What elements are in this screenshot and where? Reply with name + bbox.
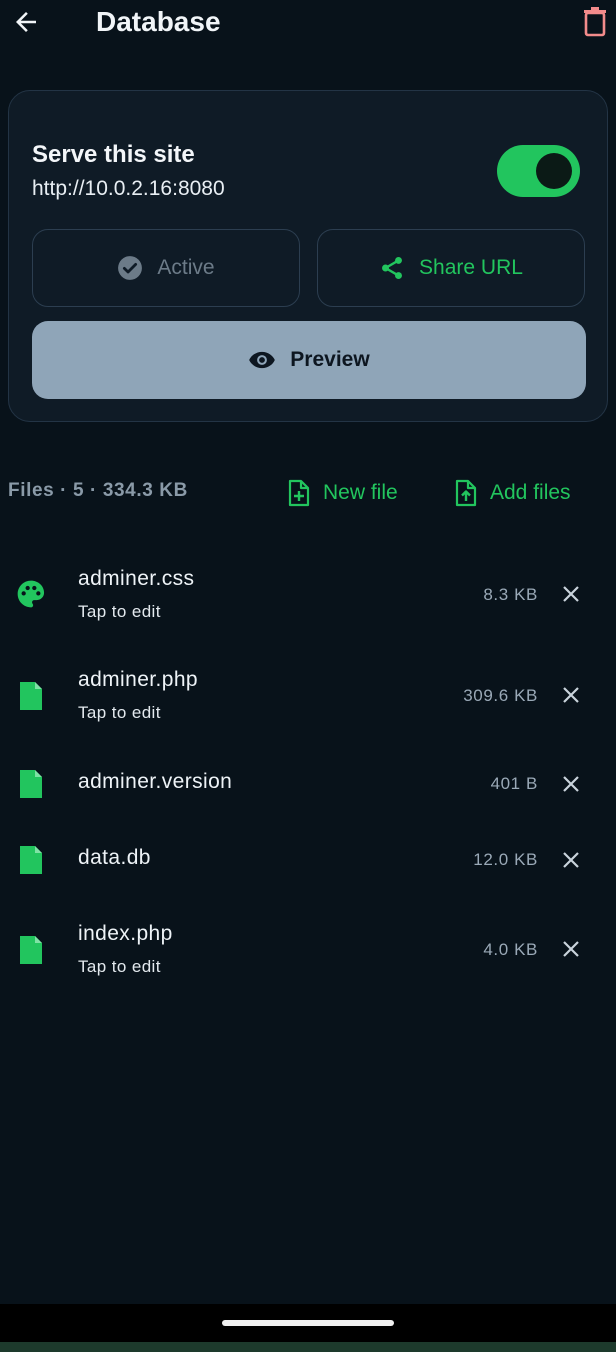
close-icon (563, 852, 579, 868)
close-icon (563, 586, 579, 602)
file-icon (14, 679, 48, 713)
file-row[interactable]: index.php Tap to edit 4.0 KB (0, 915, 616, 985)
file-row[interactable]: adminer.php Tap to edit 309.6 KB (0, 661, 616, 731)
palette-icon (14, 577, 48, 611)
serve-site-card: Serve this site http://10.0.2.16:8080 Ac… (8, 90, 608, 422)
add-files-button[interactable]: Add files (454, 476, 571, 510)
serve-toggle[interactable] (497, 145, 580, 197)
remove-file-button[interactable] (556, 769, 586, 799)
toggle-knob (536, 153, 572, 189)
file-row[interactable]: adminer.css Tap to edit 8.3 KB (0, 560, 616, 630)
file-size: 309.6 KB (463, 686, 538, 705)
serve-url: http://10.0.2.16:8080 (32, 177, 225, 200)
file-size: 8.3 KB (483, 585, 538, 604)
close-icon (563, 941, 579, 957)
active-label: Active (157, 256, 215, 279)
remove-file-button[interactable] (556, 845, 586, 875)
file-size: 4.0 KB (483, 940, 538, 959)
file-icon (14, 843, 48, 877)
arrow-left-icon (16, 12, 36, 32)
remove-file-button[interactable] (556, 579, 586, 609)
file-name: adminer.version (78, 770, 233, 793)
new-file-button[interactable]: New file (287, 476, 398, 510)
file-name: data.db (78, 846, 151, 869)
file-row[interactable]: adminer.version 401 B (0, 760, 616, 810)
app-screen: Database Serve this site http://10.0.2.1… (0, 0, 616, 1352)
preview-button[interactable]: Preview (32, 321, 586, 399)
close-icon (563, 776, 579, 792)
upload-file-icon (455, 479, 477, 507)
back-button[interactable] (8, 4, 44, 40)
bottom-edge (0, 1342, 616, 1352)
top-app-bar: Database (0, 0, 616, 48)
file-icon (14, 933, 48, 967)
close-icon (563, 687, 579, 703)
file-row[interactable]: data.db 12.0 KB (0, 836, 616, 886)
file-subtitle: Tap to edit (78, 957, 161, 976)
add-files-label: Add files (490, 481, 571, 504)
active-button[interactable]: Active (32, 229, 300, 307)
home-gesture-handle[interactable] (222, 1320, 394, 1326)
new-file-label: New file (323, 481, 398, 504)
new-file-icon (288, 479, 310, 507)
eye-icon (249, 351, 276, 369)
remove-file-button[interactable] (556, 680, 586, 710)
remove-file-button[interactable] (556, 934, 586, 964)
preview-label: Preview (290, 348, 370, 371)
share-url-button[interactable]: Share URL (317, 229, 585, 307)
check-circle-icon (118, 256, 143, 280)
files-summary: Files · 5 · 334.3 KB (8, 480, 188, 501)
file-name: adminer.css (78, 567, 195, 590)
system-navigation-bar (0, 1304, 616, 1342)
share-url-label: Share URL (419, 256, 523, 279)
file-icon (14, 767, 48, 801)
trash-icon (584, 7, 606, 37)
file-size: 401 B (490, 774, 538, 793)
serve-title: Serve this site (32, 141, 195, 168)
page-title: Database (96, 6, 221, 37)
file-name: adminer.php (78, 668, 198, 691)
file-subtitle: Tap to edit (78, 602, 161, 621)
delete-site-button[interactable] (580, 4, 610, 40)
share-icon (382, 256, 403, 280)
file-name: index.php (78, 922, 173, 945)
file-size: 12.0 KB (473, 850, 538, 869)
file-subtitle: Tap to edit (78, 703, 161, 722)
